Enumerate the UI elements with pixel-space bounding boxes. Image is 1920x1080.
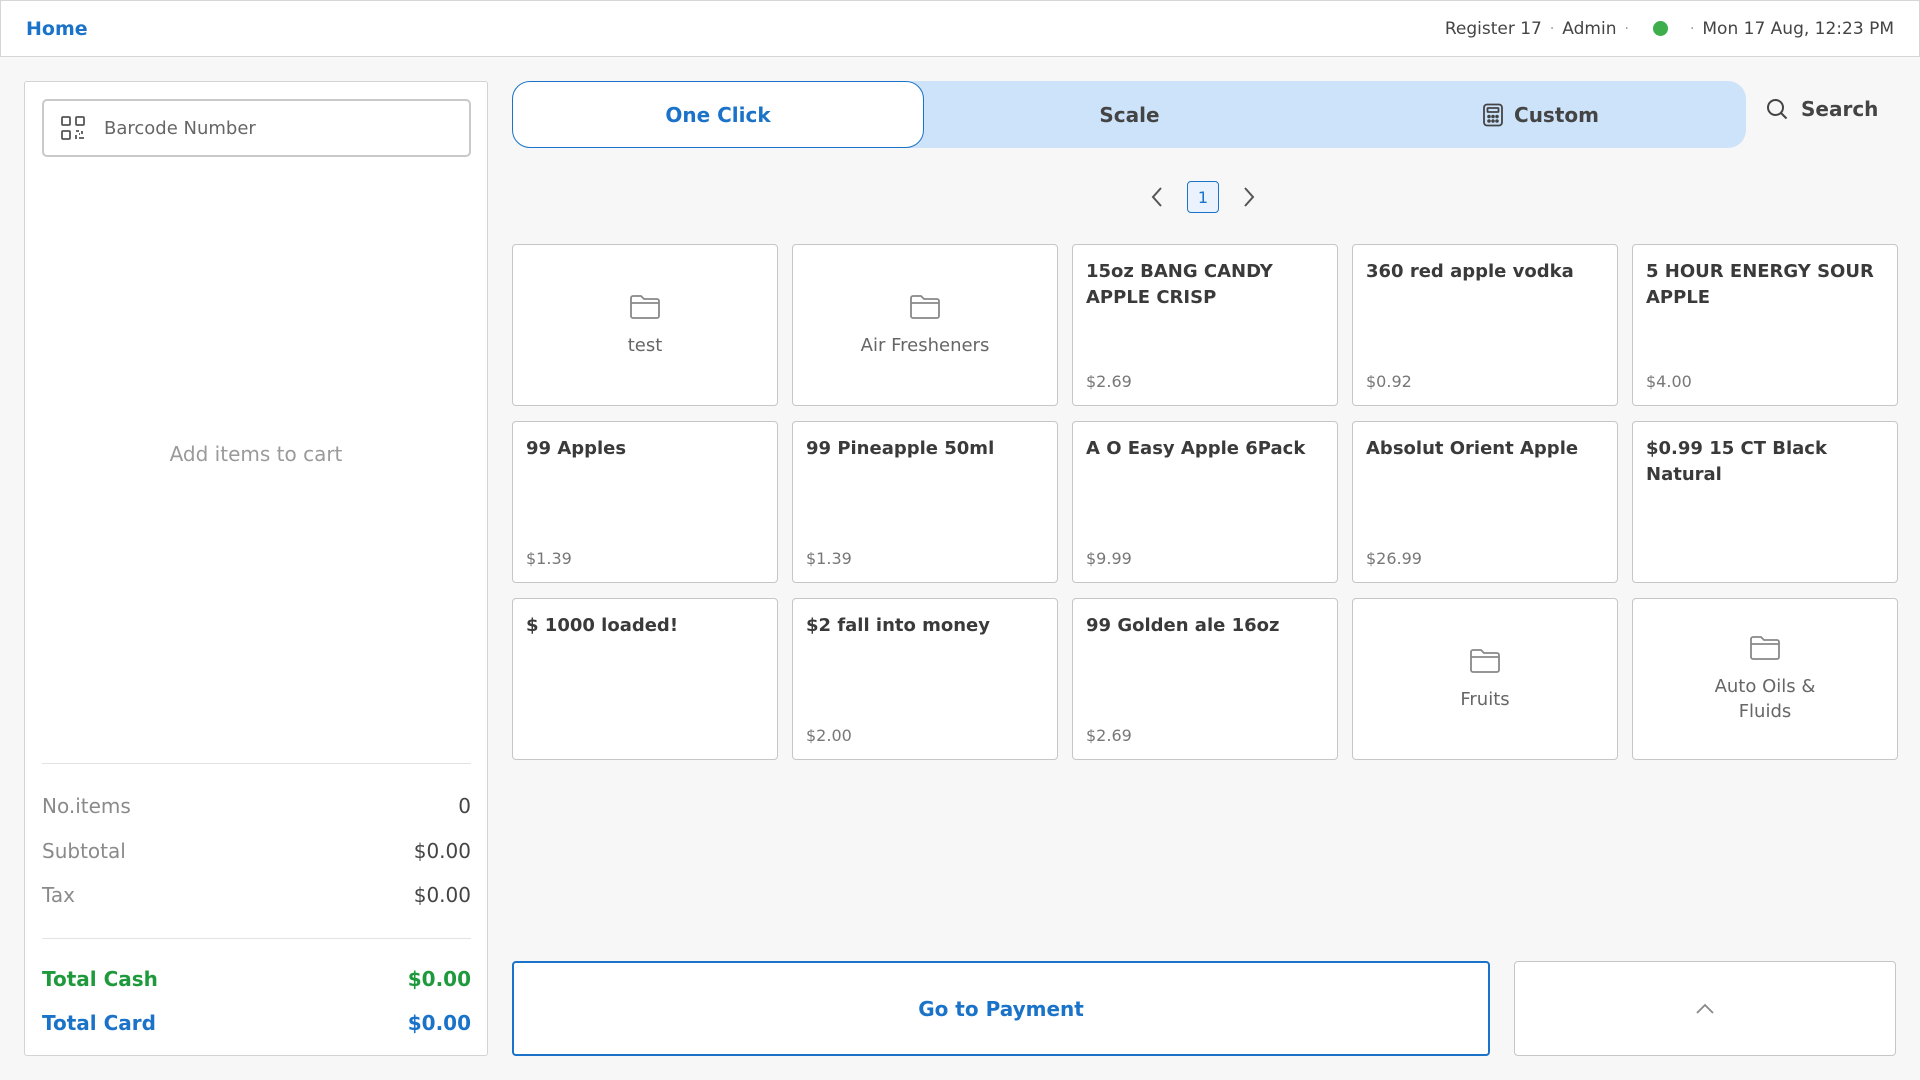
product-name: $ 1000 loaded! xyxy=(526,615,679,636)
category-tile[interactable]: test xyxy=(512,244,778,406)
total-cash-value: $0.00 xyxy=(407,967,471,991)
calculator-icon xyxy=(1483,103,1503,126)
header-status: Register 17 · Admin · · Mon 17 Aug, 12:2… xyxy=(1445,19,1894,39)
category-tile[interactable]: Auto Oils & Fluids xyxy=(1632,598,1898,760)
product-name: 15oz BANG CANDY APPLE CRISP xyxy=(1086,261,1273,308)
tab-label: Custom xyxy=(1514,102,1599,127)
product-tile[interactable]: Absolut Orient Apple $26.99 xyxy=(1352,421,1618,583)
total-cash-label: Total Cash xyxy=(42,967,158,991)
barcode-input[interactable] xyxy=(104,117,444,139)
search-label: Search xyxy=(1801,97,1879,121)
chevron-left-icon xyxy=(1151,187,1162,207)
items-count-value: 0 xyxy=(458,794,471,818)
total-card-row: Total Card $0.00 xyxy=(42,1011,471,1035)
product-price: $1.39 xyxy=(526,549,572,568)
product-price: $1.39 xyxy=(806,549,852,568)
product-name: 99 Apples xyxy=(526,438,627,459)
total-cash-row: Total Cash $0.00 xyxy=(42,967,471,991)
category-name: Fruits xyxy=(1460,688,1510,710)
qr-code-icon xyxy=(61,116,85,140)
folder-icon xyxy=(1470,648,1500,673)
product-grid: test Air Fresheners 15oz BANG CANDY APPL… xyxy=(512,244,1898,760)
product-name: A O Easy Apple 6Pack xyxy=(1086,438,1306,459)
folder-icon xyxy=(910,294,940,319)
tab-label: One Click xyxy=(665,102,771,127)
category-name: Auto Oils & Fluids xyxy=(1714,676,1816,722)
product-tile[interactable]: A O Easy Apple 6Pack $9.99 xyxy=(1072,421,1338,583)
subtotal-label: Subtotal xyxy=(42,839,126,863)
cart-panel: Add items to cart No.items 0 Subtotal $0… xyxy=(24,81,488,1056)
go-to-payment-button[interactable]: Go to Payment xyxy=(512,961,1490,1056)
separator: · xyxy=(1549,20,1555,37)
user-label: Admin xyxy=(1562,18,1617,39)
home-link[interactable]: Home xyxy=(26,18,88,40)
totals-divider xyxy=(42,938,471,939)
chevron-right-icon xyxy=(1244,187,1255,207)
product-name: Absolut Orient Apple xyxy=(1366,438,1579,459)
product-price: $2.00 xyxy=(806,726,852,745)
product-name: $2 fall into money xyxy=(806,615,990,636)
next-page-button[interactable] xyxy=(1232,180,1266,214)
product-name: 99 Golden ale 16oz xyxy=(1086,615,1280,636)
subtotal-row: Subtotal $0.00 xyxy=(42,839,471,863)
product-tile[interactable]: 99 Golden ale 16oz $2.69 xyxy=(1072,598,1338,760)
separator: · xyxy=(1689,20,1695,37)
product-tile[interactable]: 360 red apple vodka $0.92 xyxy=(1352,244,1618,406)
product-price: $2.69 xyxy=(1086,726,1132,745)
tab-custom[interactable]: Custom xyxy=(1335,81,1746,148)
pagination: 1 xyxy=(1140,180,1266,214)
items-count-row: No.items 0 xyxy=(42,794,471,818)
folder-icon xyxy=(630,294,660,319)
items-count-label: No.items xyxy=(42,794,131,818)
product-name: 99 Pineapple 50ml xyxy=(806,438,995,459)
barcode-field[interactable] xyxy=(42,99,471,157)
expand-button[interactable] xyxy=(1514,961,1896,1056)
tab-label: Scale xyxy=(1099,102,1160,127)
top-bar: Home Register 17 · Admin · · Mon 17 Aug,… xyxy=(0,0,1920,57)
folder-icon xyxy=(1750,636,1780,660)
separator: · xyxy=(1624,20,1629,37)
product-price: $4.00 xyxy=(1646,372,1692,391)
category-name: test xyxy=(627,334,663,356)
total-card-value: $0.00 xyxy=(407,1011,471,1035)
tax-label: Tax xyxy=(42,883,75,907)
product-price: $26.99 xyxy=(1366,549,1422,568)
cart-empty-message: Add items to cart xyxy=(169,442,343,466)
chevron-up-icon xyxy=(1696,1003,1714,1014)
product-tile[interactable]: 99 Pineapple 50ml $1.39 xyxy=(792,421,1058,583)
product-tile[interactable]: 99 Apples $1.39 xyxy=(512,421,778,583)
product-price: $0.92 xyxy=(1366,372,1412,391)
product-tile[interactable]: $0.99 15 CT Black Natural xyxy=(1632,421,1898,583)
product-name: 360 red apple vodka xyxy=(1366,261,1574,282)
page-number[interactable]: 1 xyxy=(1187,181,1219,213)
product-price: $2.69 xyxy=(1086,372,1132,391)
product-tile[interactable]: 15oz BANG CANDY APPLE CRISP $2.69 xyxy=(1072,244,1338,406)
subtotal-value: $0.00 xyxy=(413,839,471,863)
product-name: 5 HOUR ENERGY SOUR APPLE xyxy=(1646,261,1874,308)
product-price: $9.99 xyxy=(1086,549,1132,568)
product-tile[interactable]: 5 HOUR ENERGY SOUR APPLE $4.00 xyxy=(1632,244,1898,406)
tax-row: Tax $0.00 xyxy=(42,883,471,907)
tab-scale[interactable]: Scale xyxy=(924,81,1335,148)
status-dot-icon xyxy=(1652,21,1668,36)
mode-tabs: One Click Scale Custom xyxy=(512,81,1746,148)
summary-divider xyxy=(42,763,471,764)
total-card-label: Total Card xyxy=(42,1011,156,1035)
product-tile[interactable]: $2 fall into money $2.00 xyxy=(792,598,1058,760)
product-tile[interactable]: $ 1000 loaded! xyxy=(512,598,778,760)
search-button[interactable]: Search xyxy=(1765,97,1878,121)
product-name: $0.99 15 CT Black Natural xyxy=(1646,438,1827,485)
category-tile[interactable]: Air Fresheners xyxy=(792,244,1058,406)
category-tile[interactable]: Fruits xyxy=(1352,598,1618,760)
search-icon xyxy=(1767,99,1788,120)
category-name: Air Fresheners xyxy=(860,334,990,356)
tax-value: $0.00 xyxy=(413,883,471,907)
tab-one-click[interactable]: One Click xyxy=(512,81,924,148)
prev-page-button[interactable] xyxy=(1140,180,1174,214)
register-label: Register 17 xyxy=(1444,18,1542,39)
datetime-label: Mon 17 Aug, 12:23 PM xyxy=(1702,18,1894,39)
